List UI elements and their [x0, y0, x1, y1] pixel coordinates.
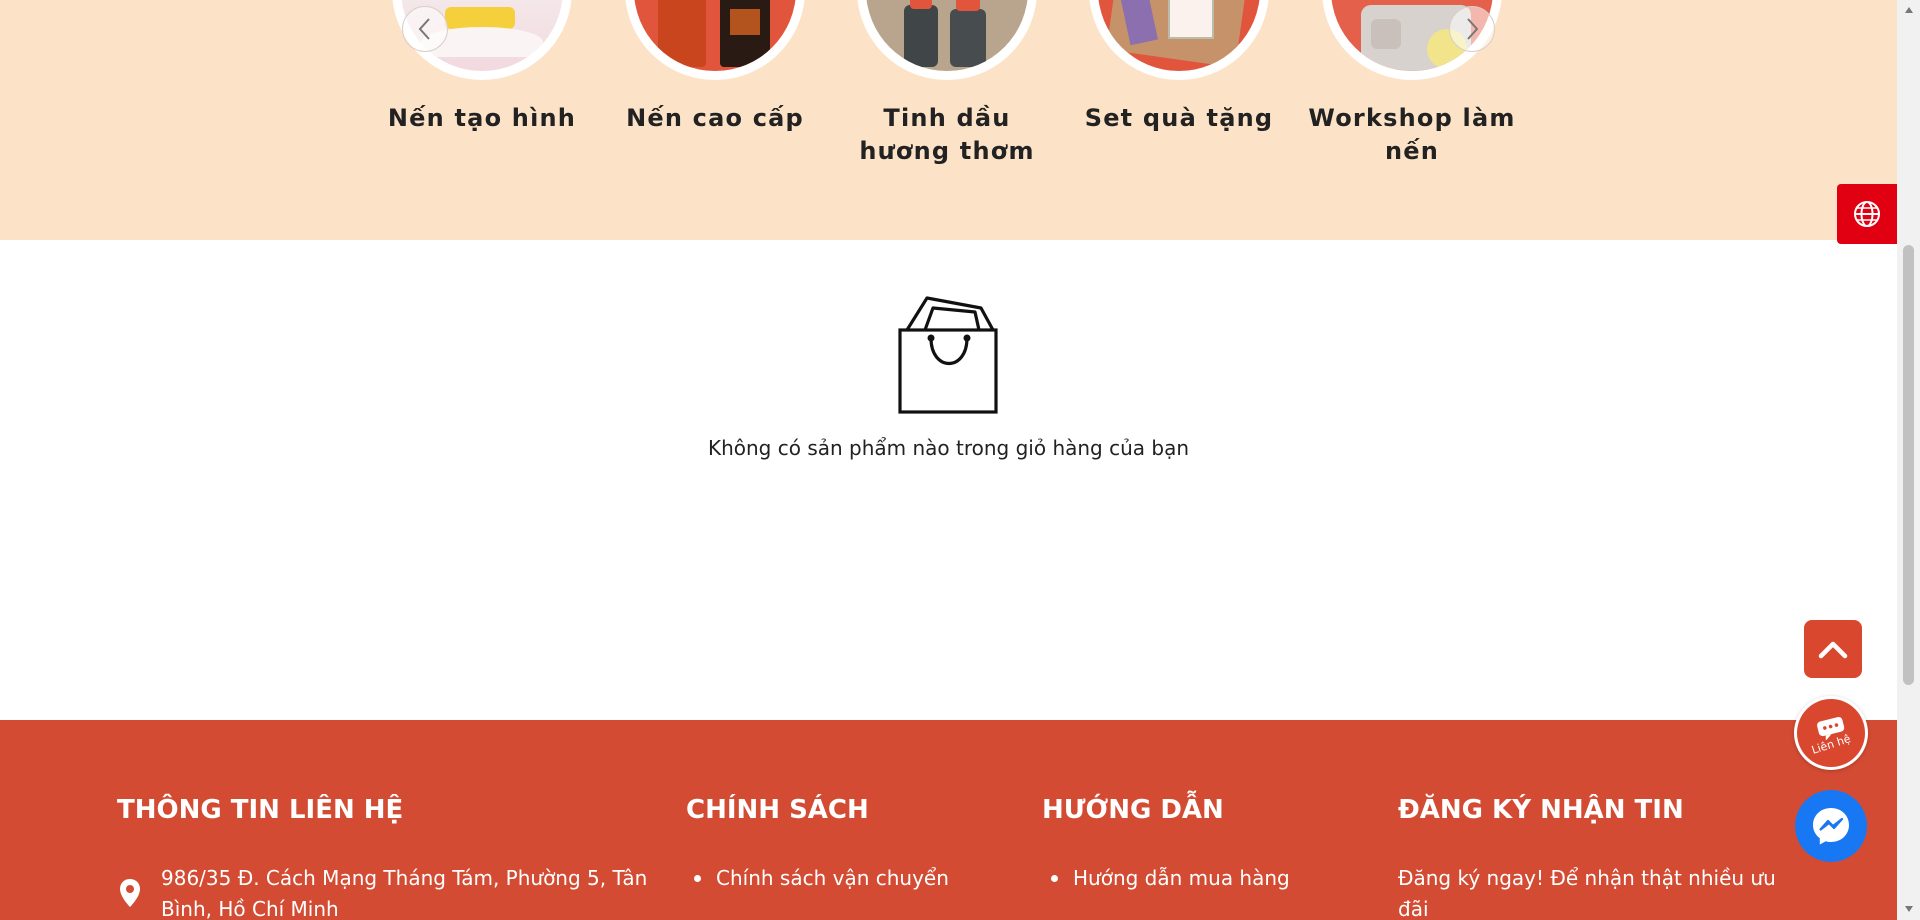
category-label: Nến cao cấp: [626, 104, 804, 132]
newsletter-line: Đăng ký ngay! Để nhận thật nhiều ưu: [1398, 866, 1776, 890]
newsletter-text: Đăng ký ngay! Để nhận thật nhiều ưu đãi: [1398, 863, 1818, 920]
chevron-right-icon: [1467, 18, 1479, 40]
footer-guide-title: HƯỚNG DẪN: [1042, 795, 1224, 825]
gift-set-image[interactable]: [1089, 0, 1269, 80]
page: Nến tạo hình Nến cao cấp Tinh dầu hương …: [0, 0, 1897, 920]
category-carousel: Nến tạo hình Nến cao cấp Tinh dầu hương …: [0, 0, 1897, 240]
vertical-scrollbar[interactable]: [1897, 0, 1920, 920]
messenger-icon: [1813, 808, 1849, 845]
chevron-up-icon: [1818, 641, 1848, 659]
scroll-up-arrow-icon[interactable]: [1903, 4, 1914, 15]
footer-newsletter-title: ĐĂNG KÝ NHẬN TIN: [1398, 795, 1684, 825]
messenger-button[interactable]: [1795, 790, 1867, 862]
location-pin-icon: [120, 879, 140, 907]
category-label: Workshop làm nến: [1308, 104, 1516, 165]
shopping-bag-icon: [898, 296, 998, 414]
contact-button-face: Liên hệ: [1797, 699, 1865, 767]
empty-cart-message: Không có sản phẩm nào trong giỏ hàng của…: [707, 436, 1190, 460]
address-line: 986/35 Đ. Cách Mạng Tháng Tám, Phường 5,…: [161, 866, 648, 890]
category-label: Nến tạo hình: [387, 104, 577, 132]
carousel-next-button[interactable]: [1449, 6, 1495, 52]
footer-contact-title: THÔNG TIN LIÊN HỆ: [117, 795, 404, 825]
footer-address: 986/35 Đ. Cách Mạng Tháng Tám, Phường 5,…: [161, 863, 661, 920]
chevron-left-icon: [418, 18, 430, 40]
scrollbar-thumb[interactable]: [1903, 245, 1914, 685]
bullet: [694, 875, 701, 882]
premium-candle-image[interactable]: [625, 0, 805, 80]
globe-icon: [1854, 201, 1880, 227]
category-label: Tinh dầu hương thơm: [859, 104, 1035, 165]
language-button[interactable]: [1837, 184, 1897, 244]
contact-button[interactable]: Liên hệ: [1794, 696, 1868, 770]
essential-oil-image[interactable]: [857, 0, 1037, 80]
carousel-prev-button[interactable]: [402, 6, 448, 52]
footer-link-shipping-policy[interactable]: Chính sách vận chuyển: [716, 863, 949, 894]
bullet: [1051, 875, 1058, 882]
footer-link-purchase-guide[interactable]: Hướng dẫn mua hàng: [1073, 863, 1290, 894]
scroll-down-arrow-icon[interactable]: [1903, 903, 1914, 914]
scroll-to-top-button[interactable]: [1804, 620, 1862, 678]
category-label: Set quà tặng: [1084, 104, 1274, 132]
footer-policy-title: CHÍNH SÁCH: [686, 795, 869, 825]
address-line: Bình, Hồ Chí Minh: [161, 897, 339, 920]
newsletter-line: đãi: [1398, 897, 1429, 920]
